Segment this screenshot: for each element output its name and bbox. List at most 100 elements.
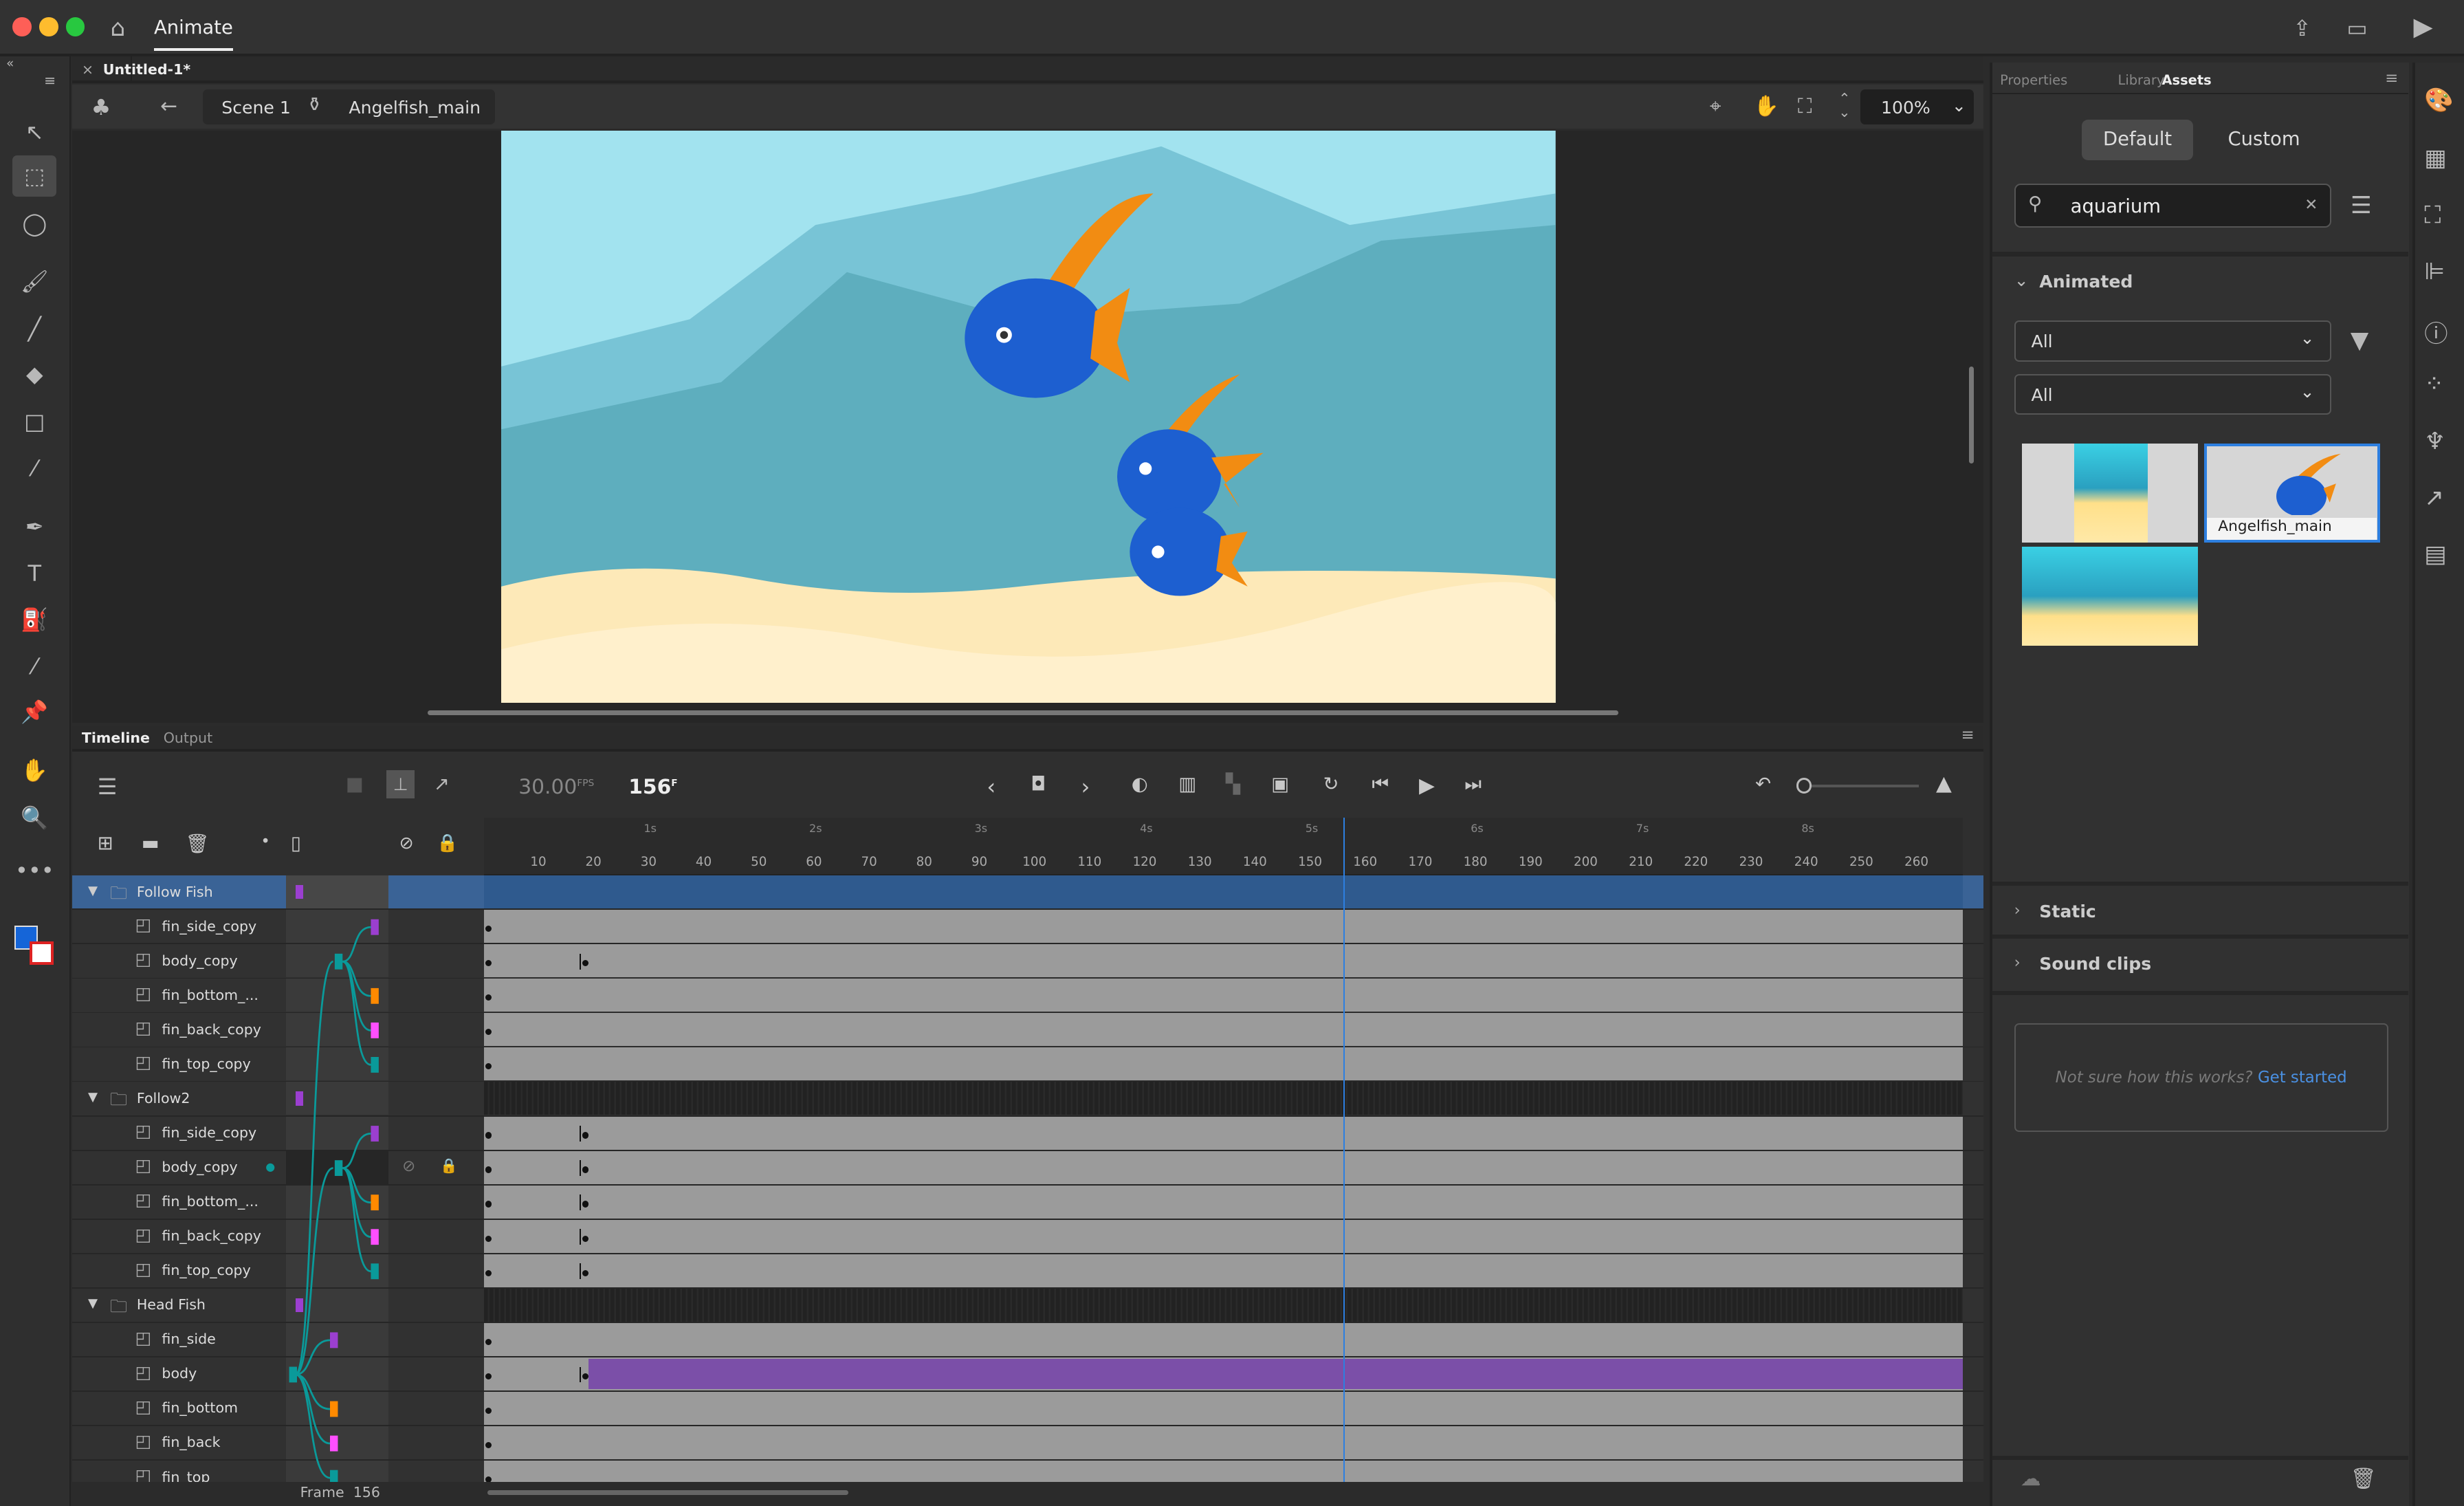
keyframe[interactable] bbox=[582, 1201, 589, 1208]
filter-select-2[interactable]: All ⌄ bbox=[2014, 373, 2332, 415]
highlight-icon[interactable]: • bbox=[261, 833, 270, 851]
loop-icon[interactable]: ↻ bbox=[1323, 774, 1339, 795]
keyframe[interactable] bbox=[582, 1166, 589, 1173]
layer-name[interactable]: Follow Fish bbox=[137, 884, 213, 900]
prev-keyframe-icon[interactable]: ‹ bbox=[987, 774, 996, 800]
frame-track[interactable] bbox=[483, 1116, 1963, 1150]
parent-marker[interactable] bbox=[371, 919, 379, 935]
keyframe[interactable] bbox=[485, 960, 492, 967]
paint-brush-tool-icon[interactable]: 🖌 bbox=[12, 261, 56, 301]
play-icon[interactable]: ▶ bbox=[1419, 774, 1435, 798]
default-mode-button[interactable]: Default bbox=[2081, 119, 2194, 161]
horizontal-scrollbar[interactable] bbox=[427, 710, 1619, 715]
new-layer-icon[interactable]: ⊞ bbox=[98, 833, 113, 854]
minimize-window-button[interactable] bbox=[39, 17, 58, 36]
keyframe[interactable] bbox=[485, 1063, 492, 1070]
text-tool-icon[interactable]: T bbox=[12, 554, 56, 594]
create-tween-icon[interactable]: ▚ bbox=[1226, 774, 1240, 795]
layer-name[interactable]: Follow2 bbox=[137, 1090, 190, 1106]
color-palette-icon[interactable]: 🎨 bbox=[2424, 87, 2454, 114]
pin-tool-icon[interactable]: 📌 bbox=[12, 692, 56, 732]
eraser-tool-icon[interactable]: ◆ bbox=[12, 353, 56, 394]
parent-marker[interactable] bbox=[329, 1435, 338, 1452]
new-folder-icon[interactable]: ▬ bbox=[142, 833, 160, 854]
layer-name[interactable]: fin_back_copy bbox=[162, 1021, 261, 1038]
disclosure-triangle-icon[interactable]: ▼ bbox=[88, 1296, 98, 1311]
zoom-select[interactable]: 100% ⌄ bbox=[1860, 89, 1974, 124]
camera-icon[interactable]: ■ bbox=[346, 774, 364, 795]
free-transform-tool-icon[interactable]: ⬚ bbox=[12, 155, 57, 197]
keyframe[interactable] bbox=[485, 1338, 492, 1345]
step-back-icon[interactable]: ⏮ bbox=[1372, 774, 1389, 796]
parent-marker[interactable] bbox=[329, 1401, 338, 1417]
layer-name[interactable]: fin_back bbox=[162, 1434, 220, 1450]
zoom-stepper-icon[interactable]: ⌃ ⌄ bbox=[1838, 91, 1850, 120]
parent-marker[interactable] bbox=[371, 1023, 379, 1038]
frame-track[interactable] bbox=[483, 1185, 1963, 1219]
parent-marker[interactable] bbox=[371, 1057, 379, 1073]
paint-bucket-tool-icon[interactable]: ⛽ bbox=[12, 599, 56, 640]
trash-icon[interactable]: 🗑 bbox=[2351, 1467, 2377, 1491]
keyframe[interactable] bbox=[582, 1373, 589, 1379]
tab-output[interactable]: Output bbox=[164, 730, 212, 746]
cloud-download-icon[interactable]: ☁ bbox=[2021, 1467, 2041, 1491]
panel-menu-icon[interactable]: ≡ bbox=[2385, 69, 2398, 87]
keyframe[interactable] bbox=[582, 960, 589, 967]
layer-name[interactable]: fin_top_copy bbox=[162, 1056, 250, 1072]
panel-menu-icon[interactable]: ≡ bbox=[44, 72, 56, 89]
back-arrow-icon[interactable]: ← bbox=[160, 94, 177, 118]
frame-track[interactable] bbox=[483, 1254, 1963, 1287]
document-tab[interactable]: × Untitled-1* bbox=[72, 56, 190, 84]
keyframe[interactable] bbox=[485, 1476, 492, 1483]
frame-size-slider-handle[interactable] bbox=[1796, 778, 1812, 794]
parent-marker[interactable] bbox=[334, 953, 343, 970]
keyframe[interactable] bbox=[485, 1373, 492, 1379]
filter-icon[interactable]: ▼ bbox=[2351, 327, 2368, 354]
frame-track[interactable] bbox=[483, 875, 1963, 909]
frame-track[interactable] bbox=[483, 1461, 1963, 1483]
keyframe[interactable] bbox=[582, 1235, 589, 1242]
parent-marker[interactable] bbox=[371, 1263, 379, 1280]
info-icon[interactable]: ⓘ bbox=[2424, 314, 2448, 349]
layers-icon[interactable]: ☰ bbox=[98, 774, 118, 800]
swatches-icon[interactable]: ▦ bbox=[2424, 144, 2446, 172]
frame-track[interactable] bbox=[483, 1357, 1963, 1390]
graph-icon[interactable]: ↗ bbox=[434, 774, 450, 795]
align-icon[interactable]: ⊫ bbox=[2424, 258, 2445, 285]
layer-name[interactable]: body_copy bbox=[162, 952, 237, 969]
brush-library-icon[interactable]: ♆ bbox=[2424, 428, 2445, 455]
frame-track[interactable] bbox=[483, 1322, 1963, 1356]
tab-assets[interactable]: Assets bbox=[2162, 72, 2212, 88]
motion-editor-icon[interactable]: ↗ bbox=[2424, 484, 2444, 512]
maximize-window-button[interactable] bbox=[65, 17, 85, 36]
rectangle-tool-icon[interactable]: □ bbox=[12, 401, 56, 441]
keyframe[interactable] bbox=[485, 1407, 492, 1414]
keyframe[interactable] bbox=[485, 1441, 492, 1449]
layer-name[interactable]: fin_bottom_... bbox=[162, 987, 258, 1003]
tab-properties[interactable]: Properties bbox=[2000, 72, 2067, 88]
fps-value[interactable]: 30.00FPS bbox=[518, 775, 594, 799]
pen-tool-icon[interactable]: ✒ bbox=[12, 506, 56, 547]
keyframe[interactable] bbox=[485, 1029, 492, 1036]
vertical-scrollbar[interactable] bbox=[1968, 366, 1974, 464]
layer-name[interactable]: fin_side_copy bbox=[162, 1124, 256, 1141]
frame-track[interactable] bbox=[483, 910, 1963, 943]
keyframe[interactable] bbox=[485, 926, 492, 932]
parent-marker[interactable] bbox=[329, 1332, 338, 1349]
frame-track[interactable] bbox=[483, 1219, 1963, 1253]
stage-canvas[interactable] bbox=[501, 130, 1556, 703]
test-movie-icon[interactable]: ▶ bbox=[2409, 12, 2437, 41]
undo-icon[interactable]: ↶ bbox=[1755, 774, 1771, 795]
insert-frame-icon[interactable]: ▣ bbox=[1271, 774, 1289, 795]
disclosure-triangle-icon[interactable]: ▼ bbox=[88, 1090, 98, 1104]
delete-layer-icon[interactable]: 🗑 bbox=[186, 833, 210, 855]
frame-track[interactable] bbox=[483, 1013, 1963, 1047]
frame-track[interactable] bbox=[483, 944, 1963, 978]
brush-tool-icon[interactable]: ╱ bbox=[12, 308, 56, 349]
close-window-button[interactable] bbox=[12, 17, 32, 36]
breadcrumb-scene[interactable]: Scene 1 bbox=[221, 98, 291, 118]
tab-library[interactable]: Library bbox=[2118, 72, 2165, 88]
keyframe[interactable] bbox=[485, 1132, 492, 1139]
hand-tool-icon[interactable]: ✋ bbox=[12, 750, 56, 790]
layer-name[interactable]: fin_side_copy bbox=[162, 918, 256, 935]
